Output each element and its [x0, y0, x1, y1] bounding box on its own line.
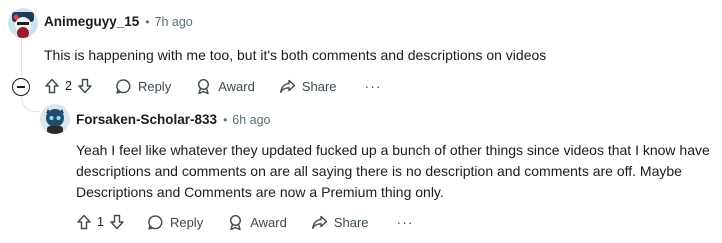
meta-separator: •	[145, 14, 150, 29]
upvote-button[interactable]	[76, 214, 92, 230]
comment-bubble-icon	[148, 214, 163, 230]
avatar-image	[40, 104, 70, 134]
comment-bubble-icon	[116, 78, 131, 94]
award-button[interactable]: Award	[195, 78, 255, 95]
comment-meta: Animeguyy_15 • 7h ago	[44, 14, 193, 29]
more-options-button[interactable]: ···	[365, 78, 382, 94]
award-icon	[230, 214, 242, 230]
username[interactable]: Forsaken-Scholar-833	[76, 112, 217, 127]
upvote-icon	[45, 78, 59, 94]
reply-label: Reply	[137, 78, 172, 94]
share-arrow-icon	[311, 215, 328, 229]
award-label: Award	[218, 78, 255, 94]
avatar[interactable]	[8, 8, 38, 38]
share-button[interactable]: Share	[279, 78, 337, 95]
username[interactable]: Animeguyy_15	[44, 14, 139, 29]
comment-body-line: Yeah I feel like whatever they updated f…	[76, 142, 710, 158]
comment-body-line: descriptions and comments on are all say…	[76, 163, 682, 179]
comment-body-line: Descriptions and Comments are now a Prem…	[76, 184, 444, 200]
avatar-image	[8, 8, 38, 38]
reply-button[interactable]: Reply	[147, 214, 203, 231]
share-label: Share	[333, 214, 369, 230]
comment-thread: Animeguyy_15 • 7h ago This is happening …	[0, 0, 722, 243]
reply-label: Reply	[169, 214, 204, 230]
share-arrow-icon	[279, 79, 296, 93]
downvote-icon	[78, 78, 92, 94]
share-label: Share	[301, 78, 337, 94]
share-button[interactable]: Share	[311, 214, 369, 231]
award-label: Award	[250, 214, 287, 230]
comment-actions: 2 Reply Award Share ···	[44, 74, 382, 98]
comment-actions: 1 Reply Award Share ···	[76, 210, 414, 234]
comment-body: This is happening with me too, but it's …	[44, 47, 547, 63]
downvote-button[interactable]	[109, 214, 125, 230]
downvote-icon	[110, 214, 124, 230]
upvote-icon	[77, 214, 91, 230]
comment-meta: Forsaken-Scholar-833 • 6h ago	[76, 112, 271, 127]
collapse-minus-icon[interactable]	[12, 78, 30, 96]
timestamp[interactable]: 7h ago	[155, 15, 193, 29]
avatar[interactable]	[40, 104, 70, 134]
more-options-button[interactable]: ···	[397, 214, 414, 230]
upvote-button[interactable]	[44, 78, 60, 94]
thread-line[interactable]	[21, 38, 22, 76]
vote-count: 2	[65, 79, 72, 93]
meta-separator: •	[223, 112, 228, 127]
vote-count: 1	[97, 215, 104, 229]
comment-body: Yeah I feel like whatever they updated f…	[76, 140, 710, 203]
award-icon	[198, 78, 210, 94]
award-button[interactable]: Award	[227, 214, 287, 231]
timestamp[interactable]: 6h ago	[232, 113, 270, 127]
reply-button[interactable]: Reply	[115, 78, 171, 95]
downvote-button[interactable]	[77, 78, 93, 94]
